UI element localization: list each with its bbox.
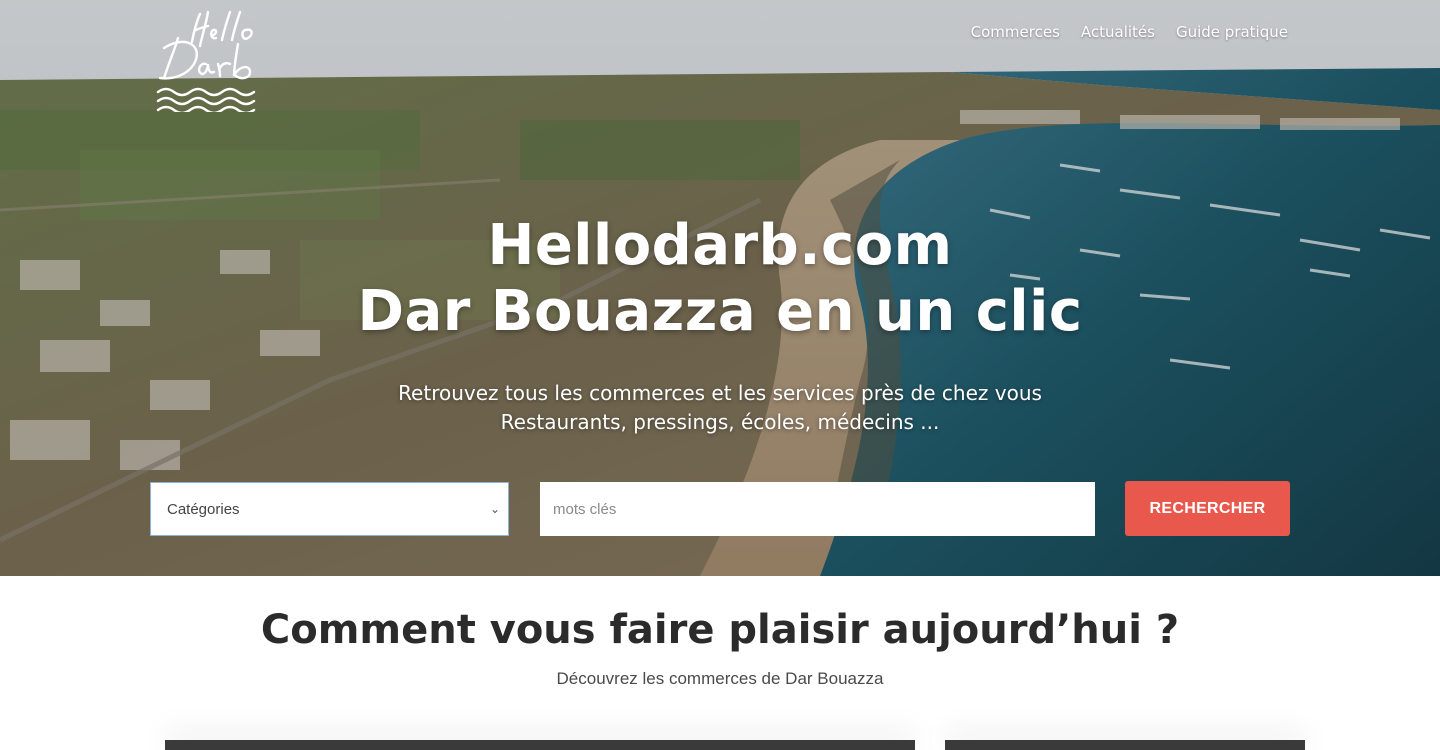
category-select-value: Catégories <box>167 500 240 518</box>
hero-subtitle-line1: Retrouvez tous les commerces et les serv… <box>398 381 1042 405</box>
hero-title-line1: Hellodarb.com <box>487 213 953 278</box>
section-title: Comment vous faire plaisir aujourd’hui ? <box>260 607 1180 653</box>
hero-title-line2: Dar Bouazza en un clic <box>357 279 1083 344</box>
nav-actualites[interactable]: Actualités <box>1081 22 1155 42</box>
commerce-card[interactable] <box>165 740 915 750</box>
nav-commerces[interactable]: Commerces <box>971 22 1060 42</box>
main-nav: Commerces Actualités Guide pratique <box>971 22 1288 42</box>
hero-subtitle-line2: Restaurants, pressings, écoles, médecins… <box>500 410 940 434</box>
search-button[interactable]: RECHERCHER <box>1125 481 1290 536</box>
hero-banner: Commerces Actualités Guide pratique Hell… <box>0 0 1440 576</box>
chevron-down-icon: ⌄ <box>489 502 500 516</box>
nav-guide-pratique[interactable]: Guide pratique <box>1176 22 1288 42</box>
section-subtitle: Découvrez les commerces de Dar Bouazza <box>556 669 884 688</box>
category-select[interactable]: Catégories ⌄ <box>150 482 509 536</box>
hello-darb-logo[interactable] <box>150 8 270 115</box>
commerce-card[interactable] <box>945 740 1305 750</box>
keywords-input[interactable] <box>540 482 1095 536</box>
